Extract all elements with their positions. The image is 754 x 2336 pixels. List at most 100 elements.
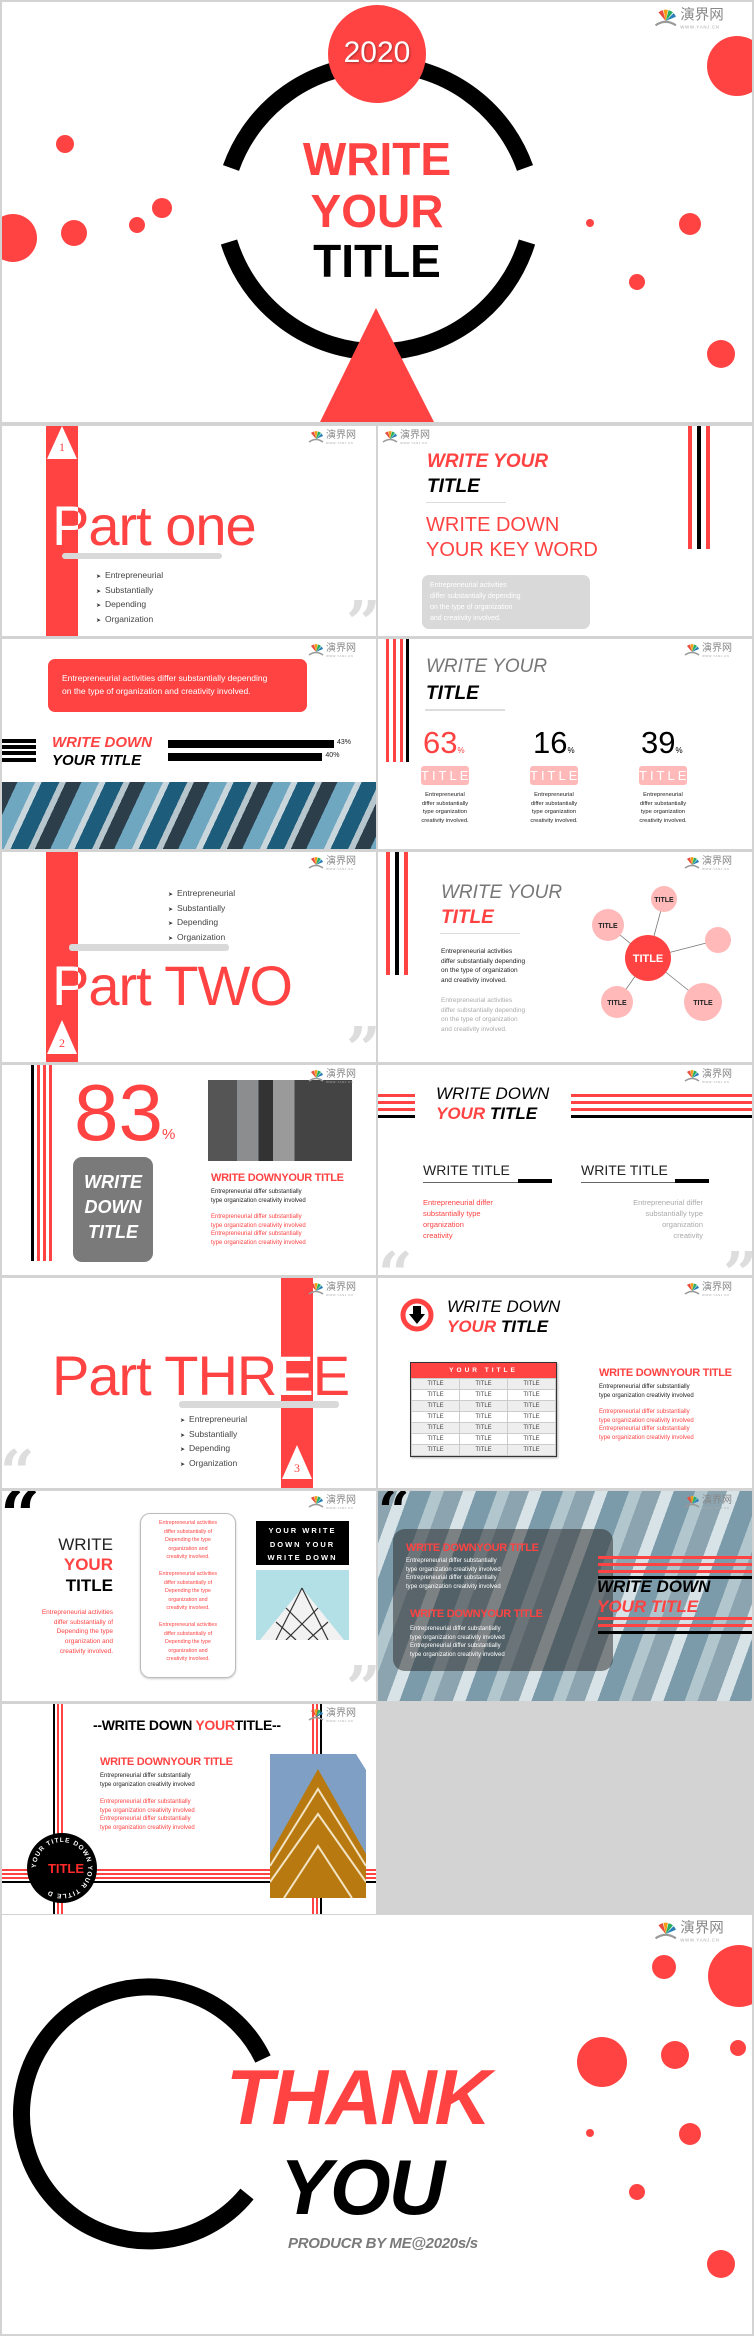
banner-box: Entrepreneurial activities differ substa… [48,659,307,712]
slide-title-line2: YOUR TITLE [447,1317,549,1336]
node-label: TITLE [598,923,618,930]
stripe [2,739,36,743]
slide-thank-you[interactable]: THANK YOU PRODUCR BY ME@2020s/s 演界网 WWW.Y… [2,1915,752,2334]
dot [152,198,172,218]
bullet-item: ➤ Entrepreneurial [96,570,164,580]
stat-value: 63% [423,725,465,760]
part-number: 3 [294,1461,300,1475]
table-cell: TITLE [411,1433,460,1445]
arrow-icon: ➤ [168,892,174,898]
stat-badge: TITLE [421,766,472,785]
table-cell: TITLE [507,1433,556,1445]
slide-bars[interactable]: Entrepreneurial activities differ substa… [2,639,376,849]
badge-label: TITLE [48,1861,84,1876]
stripe [378,1094,415,1097]
stripe [393,639,396,762]
arrow-icon: ➤ [180,1432,186,1439]
table-cell: TITLE [459,1433,508,1445]
progress-bar [168,740,334,748]
logo: 演界网 WWW.YANJ.CN [654,8,744,31]
slide-key-word[interactable]: 演界网 WWW.YANJ.CN WRITE YOUR TITLE WRITE DO… [378,426,752,636]
slide-cover[interactable]: 2020 WRITE YOUR TITLE 演界网 WWW.YANJ.CN [2,2,752,422]
logo-url: WWW.YANJ.CN [702,1506,730,1510]
circular-badge: YOUR TITLE DOWN YOUR TITLE D TITLE [27,1833,97,1903]
black-title-box: YOUR WRITE DOWN YOUR WRITE DOWN [256,1521,349,1565]
title-underline [425,709,505,711]
table-cell: TITLE [411,1444,460,1456]
logo: 演界网 WWW.YANJ.CN [308,856,370,872]
table-cell: TITLE [459,1411,508,1423]
bullet-item: ➤ Substantially [168,902,226,913]
body-text: Entrepreneurial differ substantially type… [100,1773,195,1788]
logo-name: 演界网 [400,430,430,441]
logo: 演界网 WWW.YANJ.CN [308,1708,370,1724]
logo: 演界网 WWW.YANJ.CN [684,856,746,872]
slide-two-columns[interactable]: WRITE DOWN YOUR TITLE WRITE TITLE Entrep… [378,1065,752,1275]
fan-logo-icon [684,644,700,656]
stat-badge: TITLE [639,766,690,785]
table-row: TITLE TITLE TITLE [411,1422,556,1434]
table-cell: TITLE [507,1444,556,1456]
table-row: TITLE TITLE TITLE [411,1444,556,1456]
node-label: TITLE [607,1000,627,1007]
dot [730,2040,746,2056]
building-photo [2,782,376,849]
bubble-diagram: TITLE TITLE TITLE TITLE TITLE [592,886,731,1021]
slide-quote[interactable]: “ WRITE YOUR TITLE Entrepreneurial activ… [2,1491,376,1701]
logo-url: WWW.YANJ.CN [702,1293,730,1297]
slide-percent[interactable]: 83 % WRITE DOWN TITLE WRITE DOWNYOUR TIT… [2,1065,376,1275]
percent-unit: % [162,1126,176,1143]
column-title: WRITE TITLE [423,1162,510,1178]
slide-photo-overlay[interactable]: “ WRITE DOWNYOUR TITLE Entrepreneurial d… [378,1491,752,1701]
body-text-red: Entrepreneurial differ substantially type… [599,1409,694,1441]
box-line: WRITE [84,1172,142,1192]
slide-title-line2: YOUR TITLE [52,752,142,769]
arrow-icon: ➤ [96,603,102,610]
section-heading: WRITE DOWNYOUR TITLE [599,1367,732,1379]
table-cell: TITLE [459,1378,508,1390]
table-cell: TITLE [411,1389,460,1401]
section-heading: WRITE DOWNYOUR TITLE [410,1608,543,1620]
key-word-line1: WRITE DOWN [426,514,560,536]
slide-stats[interactable]: WRITE YOUR TITLE 63% 16% 39% TITLE TITLE… [378,639,752,849]
close-quote-icon: ” [346,1020,376,1062]
stripe [697,426,701,549]
bullet-item: ➤ Entrepreneurial [180,1414,248,1424]
stat-description: Entrepreneurial differ substantially type … [421,792,469,825]
slide-part-one[interactable]: 1 Part one Part one ➤Entrepreneurial ➤Su… [2,426,376,636]
triangle-shape [320,308,434,422]
stripe [378,1108,415,1111]
stripe [598,1624,752,1627]
logo-url: WWW.YANJ.CN [702,867,730,871]
body-text-red: Entrepreneurial differ substantially type… [100,1799,195,1831]
fan-logo-icon [684,1283,700,1295]
section-heading: WRITE DOWNYOUR TITLE [100,1756,233,1768]
dot [2,214,37,262]
bullet-list: ➤ Entrepreneurial ➤ Substantially ➤ Dependi… [168,887,235,945]
logo-url: WWW.YANJ.CN [400,441,428,445]
stripe [598,1570,752,1573]
stripe [598,1563,752,1566]
stripe [2,745,36,749]
logo: 演界网 WWW.YANJ.CN [684,1282,746,1298]
body-text: Entrepreneurial differ substantially type… [406,1558,501,1590]
slide-title-line1: WRITE YOUR [426,656,548,677]
slide-title-line1: WRITE YOUR [427,451,549,472]
slide-part-three[interactable]: Part THREE Part THREE ➤Entrepreneurial ➤… [2,1278,376,1488]
node-label: TITLE [654,897,674,904]
slide-frame[interactable]: --WRITE DOWN YOURTITLE-- WRITE DOWNYOUR … [2,1704,376,1914]
slide-part-two[interactable]: ➤ Entrepreneurial ➤ Substantially ➤ Dependi… [2,852,376,1062]
arrow-icon: ➤ [96,617,102,624]
bullet-item: ➤ Organization [96,613,154,624]
part-number: 2 [59,1036,65,1050]
slide-table[interactable]: WRITE DOWN YOUR TITLE YOUR TITLE TITLE TI… [378,1278,752,1488]
logo-url: WWW.YANJ.CN [326,1293,354,1297]
slide-title-line1: WRITE DOWN [52,734,152,751]
arrow-icon: ➤ [168,935,174,942]
table-cell: TITLE [507,1389,556,1401]
slide-bubbles[interactable]: WRITE YOUR TITLE Entrepreneurial activit… [378,852,752,1062]
slide-title-line1: WRITE DOWN [447,1297,561,1316]
body-text: Entrepreneurial differ substantially type… [211,1189,306,1204]
bar-label: 43% [337,739,352,746]
architecture-photo [256,1570,349,1640]
